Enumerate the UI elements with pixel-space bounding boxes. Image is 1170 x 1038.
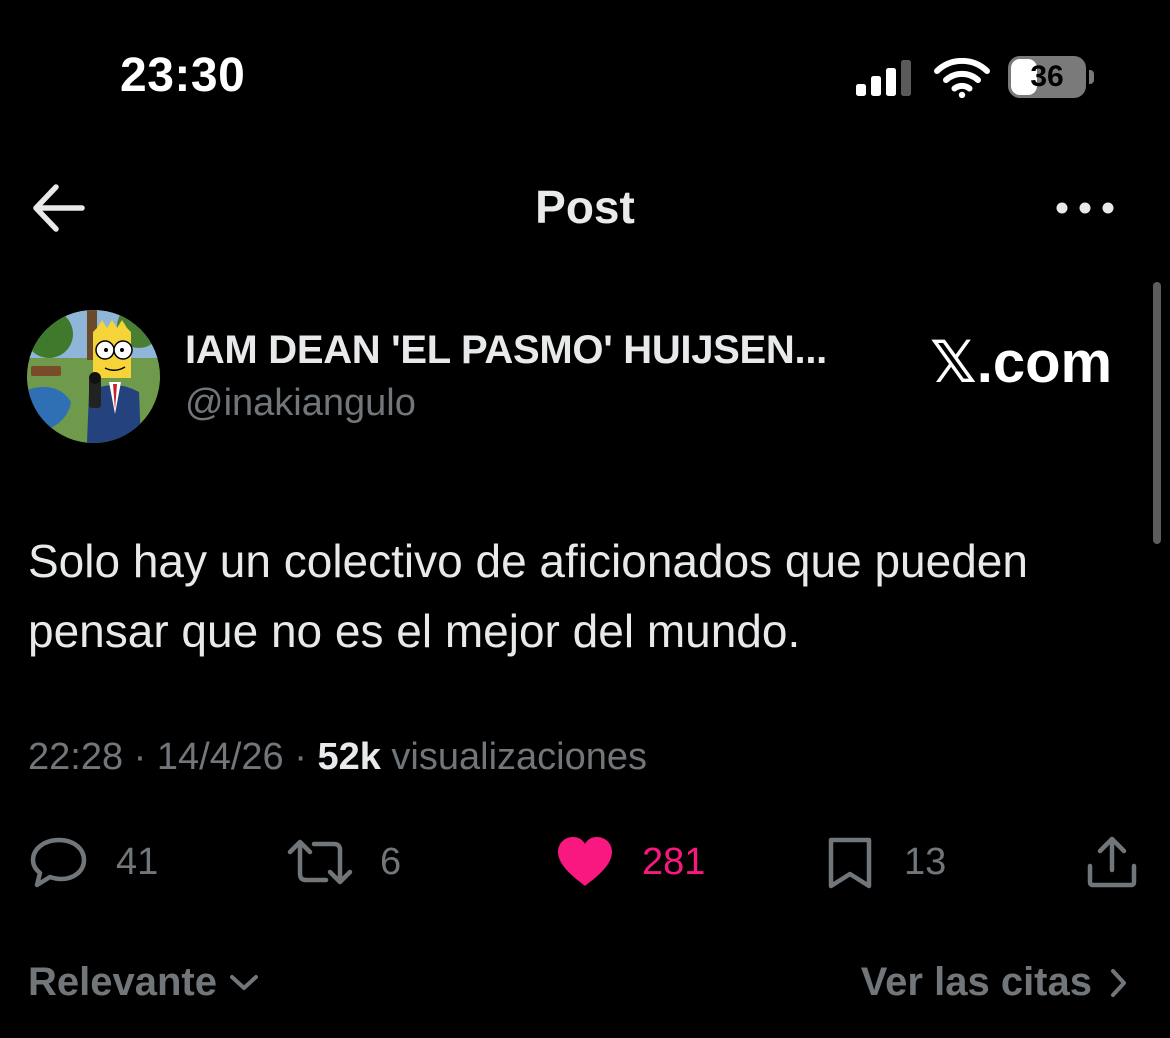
wifi-icon xyxy=(934,58,990,98)
view-quotes-label: Ver las citas xyxy=(860,960,1092,1004)
sort-label: Relevante xyxy=(28,960,217,1004)
chevron-right-icon xyxy=(1111,968,1126,997)
views-count[interactable]: 52k xyxy=(317,736,380,778)
author-name[interactable]: IAM DEAN 'EL PASMO' HUIJSEN... xyxy=(185,328,827,373)
avatar-image xyxy=(27,310,160,443)
status-time: 23:30 xyxy=(120,49,246,102)
battery-indicator: 36 xyxy=(1008,56,1094,100)
post-meta: 22:28 · 14/4/26 · 52k visualizaciones xyxy=(28,736,647,779)
post-date: 14/4/26 xyxy=(156,736,284,778)
reply-button[interactable]: 41 xyxy=(28,834,158,890)
reply-icon xyxy=(30,837,87,888)
cellular-signal-icon xyxy=(856,60,911,96)
repost-button[interactable]: 6 xyxy=(286,834,401,890)
sort-replies-dropdown[interactable]: Relevante xyxy=(28,960,261,1005)
share-button[interactable] xyxy=(1084,834,1140,890)
view-quotes-link[interactable]: Ver las citas xyxy=(861,960,1130,1005)
post-time: 22:28 xyxy=(28,736,124,778)
share-icon xyxy=(1087,836,1137,888)
avatar[interactable] xyxy=(27,310,160,443)
meta-separator: · xyxy=(123,736,157,778)
chevron-down-icon xyxy=(229,974,258,990)
like-button[interactable]: 281 xyxy=(554,834,705,890)
views-label: visualizaciones xyxy=(380,736,647,778)
like-count: 281 xyxy=(642,840,706,883)
repost-icon xyxy=(287,839,353,885)
reply-count: 41 xyxy=(116,840,159,883)
scrollbar[interactable] xyxy=(1153,282,1161,544)
bookmark-button[interactable]: 13 xyxy=(822,834,946,890)
source-watermark: 𝕏.com xyxy=(930,330,1113,395)
post-text: Solo hay un colectivo de aficionados que… xyxy=(28,535,1028,657)
meta-separator: · xyxy=(283,736,318,778)
bookmark-count: 13 xyxy=(904,840,947,883)
page-title: Post xyxy=(535,181,635,233)
bookmark-icon xyxy=(828,837,872,889)
heart-filled-icon xyxy=(558,837,612,886)
author-handle[interactable]: @inakiangulo xyxy=(185,382,416,425)
repost-count: 6 xyxy=(380,840,402,883)
battery-level: 36 xyxy=(1030,60,1064,93)
more-options-button[interactable] xyxy=(1052,190,1118,226)
more-horizontal-icon xyxy=(1056,202,1114,214)
